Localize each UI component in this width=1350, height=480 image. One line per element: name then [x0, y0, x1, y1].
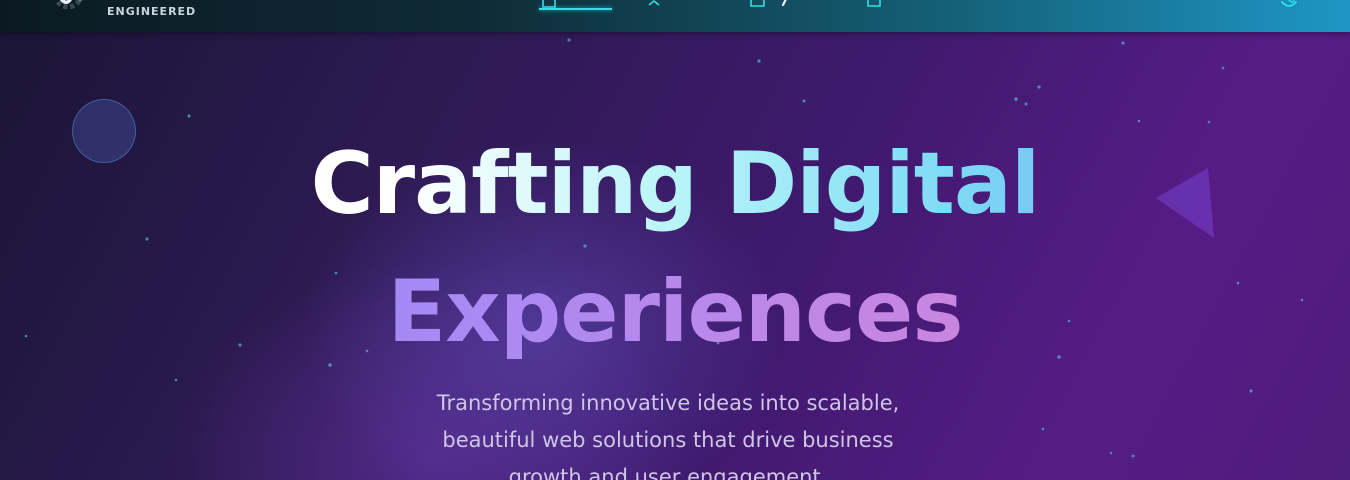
headline-line-2: Experiences [0, 248, 1350, 376]
headline-line-1: Crafting Digital [0, 120, 1350, 248]
top-navbar: ENGINEERED [0, 0, 1350, 32]
active-nav-indicator [539, 8, 612, 10]
hero-subtitle: Transforming innovative ideas into scala… [436, 391, 900, 480]
home-icon [542, 0, 556, 8]
logo-text[interactable]: ENGINEERED [107, 5, 196, 18]
nav-about-link[interactable] [646, 0, 662, 12]
theme-toggle-icon[interactable] [1280, 0, 1298, 8]
hero-headline: Crafting Digital Experiences [0, 120, 1350, 376]
hero-page: ENGINEERED Crafting Digital Experiences … [0, 0, 1350, 480]
logo-gear-icon[interactable] [50, 0, 92, 16]
nav-projects-link[interactable] [749, 0, 787, 12]
nav-home-link[interactable] [541, 0, 557, 12]
briefcase-icon [750, 0, 787, 7]
user-icon [648, 0, 660, 6]
nav-contact-link[interactable] [866, 0, 882, 12]
document-icon [867, 0, 881, 7]
